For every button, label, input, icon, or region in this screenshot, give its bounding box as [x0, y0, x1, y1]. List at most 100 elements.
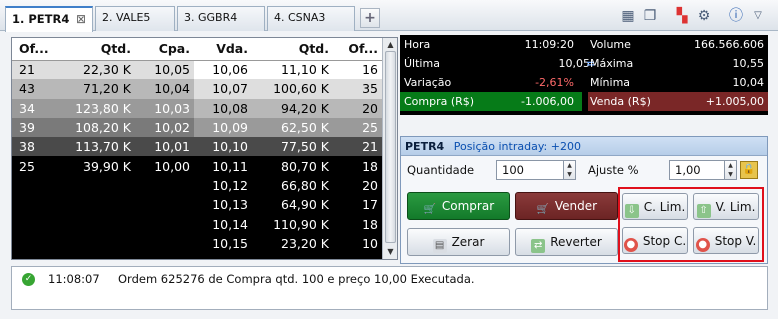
header-sell-qty[interactable]: Qtd.: [252, 38, 333, 61]
trading-window: 1. PETR4 ⊠ 2. VALE5 3. GGBR4 4. CSNA3 + …: [0, 0, 778, 319]
scroll-down-icon[interactable]: ▼: [385, 247, 396, 257]
help-icon[interactable]: ⓘ: [727, 7, 745, 25]
cell-buy-price: 10,05: [135, 60, 194, 80]
gear-icon[interactable]: ⚙: [695, 7, 713, 25]
table-row[interactable]: 25 39,90 K 10,00 10,11 80,70 K 18: [12, 156, 382, 176]
maxima-label: Máxima: [590, 57, 634, 70]
cell-buy-offers: 34: [12, 98, 54, 118]
hora-label: Hora: [404, 38, 431, 51]
clear-button[interactable]: ▤ Zerar: [407, 228, 510, 256]
book-header-row: Of... Qtd. Cpa. Vda. Qtd. Of...: [12, 38, 382, 61]
cell-buy-offers: [12, 175, 54, 196]
cell-buy-price: 10,01: [135, 137, 194, 157]
reverse-button[interactable]: ⇄ Reverter: [515, 228, 618, 256]
scrollbar[interactable]: ▲ ▼: [382, 38, 397, 259]
tab-bar: 1. PETR4 ⊠ 2. VALE5 3. GGBR4 4. CSNA3 + …: [0, 0, 778, 32]
cell-buy-qty: [54, 214, 135, 234]
buy-button[interactable]: 🛒 Comprar: [407, 192, 510, 220]
adjust-field[interactable]: 1,00: [669, 160, 725, 180]
cell-buy-price: [135, 175, 194, 196]
tab-label: 2. VALE5: [102, 11, 151, 24]
reverse-icon: ⇄: [531, 239, 546, 253]
cart-icon: 🛒: [536, 204, 550, 215]
adjust-label: Ajuste %: [588, 163, 639, 177]
book-table: Of... Qtd. Cpa. Vda. Qtd. Of... 21 22,30 …: [12, 38, 382, 253]
compra-label: Compra (R$): [404, 95, 475, 108]
tab-vale5[interactable]: 2. VALE5: [95, 6, 175, 31]
chevron-down-icon[interactable]: ▽: [749, 7, 767, 25]
quote-info: Hora 11:09:20 Volume 166.566.606 Última …: [400, 35, 768, 115]
table-row[interactable]: 39 108,20 K 10,02 10,09 62,50 K 25: [12, 117, 382, 138]
scroll-thumb[interactable]: [385, 51, 396, 243]
header-sell-offers[interactable]: Of...: [333, 38, 382, 61]
minima-label: Mínima: [590, 76, 631, 89]
cell-sell-offers: 16: [333, 60, 382, 80]
volume-value: 166.566.606: [694, 38, 764, 51]
cell-buy-price: 10,00: [135, 156, 194, 176]
cell-sell-qty: 80,70 K: [252, 156, 333, 176]
header-buy-price[interactable]: Cpa.: [135, 38, 194, 61]
quantity-stepper[interactable]: ▲ ▼: [563, 160, 576, 180]
add-tab-button[interactable]: +: [360, 8, 380, 28]
calendar-icon[interactable]: ▦: [619, 7, 637, 25]
cell-buy-offers: 21: [12, 60, 54, 80]
close-icon[interactable]: ⊠: [76, 12, 86, 26]
lock-icon[interactable]: 🔒: [740, 161, 758, 179]
eraser-icon: ▤: [432, 239, 447, 253]
maxima-value: 10,55: [732, 57, 765, 70]
sell-button[interactable]: 🛒 Vender: [515, 192, 618, 220]
table-row[interactable]: 10,12 66,80 K 20: [12, 175, 382, 196]
cell-sell-price: 10,12: [194, 175, 252, 196]
quantity-field[interactable]: 100: [496, 160, 564, 180]
totals-row: Compra (R$) -1.006,00 Venda (R$) +1.005,…: [400, 92, 768, 111]
variacao-value: -2,61%: [535, 76, 574, 89]
color-grid-icon[interactable]: ▚: [673, 7, 691, 25]
cell-sell-qty: 62,50 K: [252, 117, 333, 138]
cell-sell-price: 10,07: [194, 79, 252, 99]
cell-sell-offers: 17: [333, 195, 382, 215]
header-buy-qty[interactable]: Qtd.: [54, 38, 135, 61]
table-row[interactable]: 10,14 110,90 K 18: [12, 214, 382, 234]
tab-csna3[interactable]: 4. CSNA3: [267, 6, 355, 31]
cart-icon: 🛒: [423, 204, 437, 215]
header-sell-price[interactable]: Vda.: [194, 38, 252, 61]
check-icon: ✓: [22, 273, 35, 286]
table-row[interactable]: 34 123,80 K 10,03 10,08 94,20 K 20: [12, 98, 382, 118]
cell-buy-qty: [54, 195, 135, 215]
minima-value: 10,04: [732, 76, 765, 89]
cell-buy-qty: 113,70 K: [54, 137, 135, 157]
info-row: Variação -2,61% Mínima 10,04: [400, 73, 768, 92]
status-log: ✓ 11:08:07 Ordem 625276 de Compra qtd. 1…: [11, 266, 768, 310]
cell-buy-price: 10,03: [135, 98, 194, 118]
compra-value: -1.006,00: [521, 95, 574, 108]
info-row: Hora 11:09:20 Volume 166.566.606: [400, 35, 768, 54]
cell-sell-price: 10,15: [194, 233, 252, 253]
scroll-up-icon[interactable]: ▲: [385, 40, 396, 50]
reverse-label: Reverter: [550, 235, 602, 249]
table-row[interactable]: 21 22,30 K 10,05 10,06 11,10 K 16: [12, 60, 382, 80]
cell-sell-qty: 23,20 K: [252, 233, 333, 253]
cell-sell-offers: 25: [333, 117, 382, 138]
cell-sell-qty: 100,60 K: [252, 79, 333, 99]
order-book: Of... Qtd. Cpa. Vda. Qtd. Of... 21 22,30 …: [11, 37, 398, 260]
book-body: 21 22,30 K 10,05 10,06 11,10 K 16 43 71,20 K 10,…: [12, 60, 382, 253]
panel-header: PETR4 Posição intraday: +200: [401, 137, 767, 156]
variacao-label: Variação: [404, 76, 452, 89]
cell-buy-price: 10,04: [135, 79, 194, 99]
cell-sell-offers: 18: [333, 156, 382, 176]
cell-buy-offers: [12, 233, 54, 253]
cell-buy-offers: 43: [12, 79, 54, 99]
copy-icon[interactable]: ❐: [641, 7, 659, 25]
cell-sell-qty: 64,90 K: [252, 195, 333, 215]
tab-ggbr4[interactable]: 3. GGBR4: [177, 6, 265, 31]
table-row[interactable]: 38 113,70 K 10,01 10,10 77,50 K 21: [12, 137, 382, 157]
table-row[interactable]: 10,13 64,90 K 17: [12, 195, 382, 215]
table-row[interactable]: 43 71,20 K 10,04 10,07 100,60 K 35: [12, 79, 382, 99]
table-row[interactable]: 10,15 23,20 K 10: [12, 233, 382, 253]
cell-buy-price: 10,02: [135, 117, 194, 138]
adjust-stepper[interactable]: ▲ ▼: [724, 160, 737, 180]
tab-petr4[interactable]: 1. PETR4 ⊠: [5, 6, 93, 32]
highlight-box: [618, 187, 764, 262]
header-buy-offers[interactable]: Of...: [12, 38, 54, 61]
cell-sell-offers: 18: [333, 214, 382, 234]
